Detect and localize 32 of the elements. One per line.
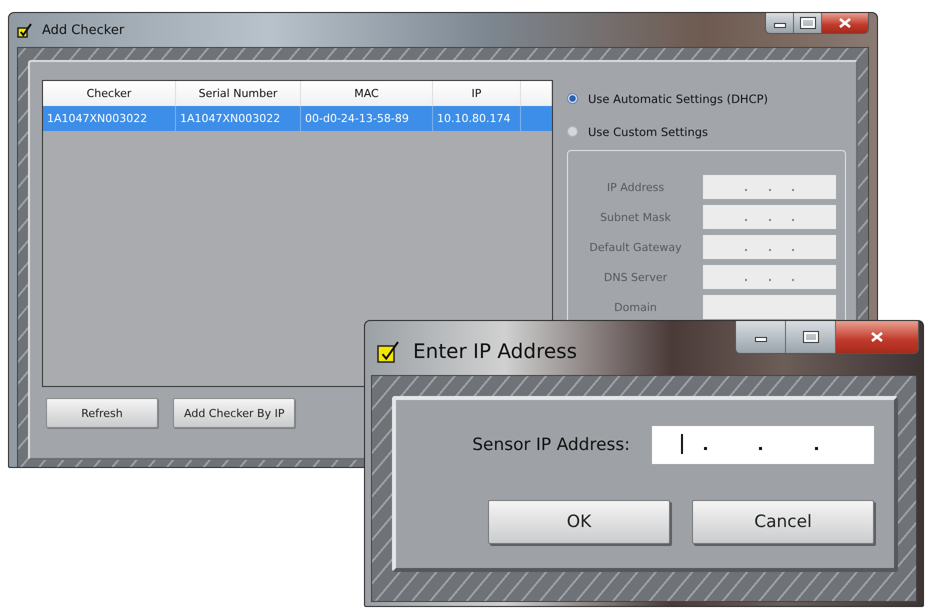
minimize-button[interactable] (736, 321, 786, 353)
maximize-button[interactable] (786, 321, 836, 353)
close-icon (839, 18, 851, 28)
input-field[interactable] (703, 235, 836, 259)
field-label: IP Address (606, 180, 666, 194)
checkbox-icon (17, 22, 32, 38)
field-label: Default Gateway (588, 240, 683, 254)
ok-button[interactable]: OK (488, 500, 670, 544)
input-field[interactable] (703, 175, 836, 199)
input-field[interactable] (703, 205, 836, 229)
window-title: Add Checker (42, 22, 124, 38)
close-button[interactable] (822, 13, 868, 33)
table-cell: 1A1047XN003022 (176, 106, 301, 131)
maximize-button[interactable] (794, 13, 822, 33)
field-label: DNS Server (602, 270, 668, 284)
field-label: Subnet Mask (599, 210, 672, 224)
table-cell: 1A1047XN003022 (43, 106, 176, 131)
field-label: Sensor IP Address: (472, 435, 630, 455)
input-field[interactable] (703, 265, 836, 289)
cancel-button[interactable]: Cancel (692, 500, 874, 544)
ip-address-field[interactable] (652, 426, 874, 464)
refresh-button[interactable]: Refresh (46, 398, 158, 428)
add-by-ip-button[interactable]: Add Checker By IP (173, 398, 296, 428)
field-label: Domain (613, 300, 658, 314)
table-cell: 10.10.80.174 (433, 106, 521, 131)
minimize-button[interactable] (766, 13, 794, 33)
close-icon (871, 332, 883, 342)
checkbox-icon (377, 341, 399, 363)
close-button[interactable] (836, 321, 918, 353)
input-field[interactable] (703, 295, 836, 319)
table-cell: 00-d0-24-13-58-89 (301, 106, 433, 131)
window-title: Enter IP Address (413, 338, 578, 363)
